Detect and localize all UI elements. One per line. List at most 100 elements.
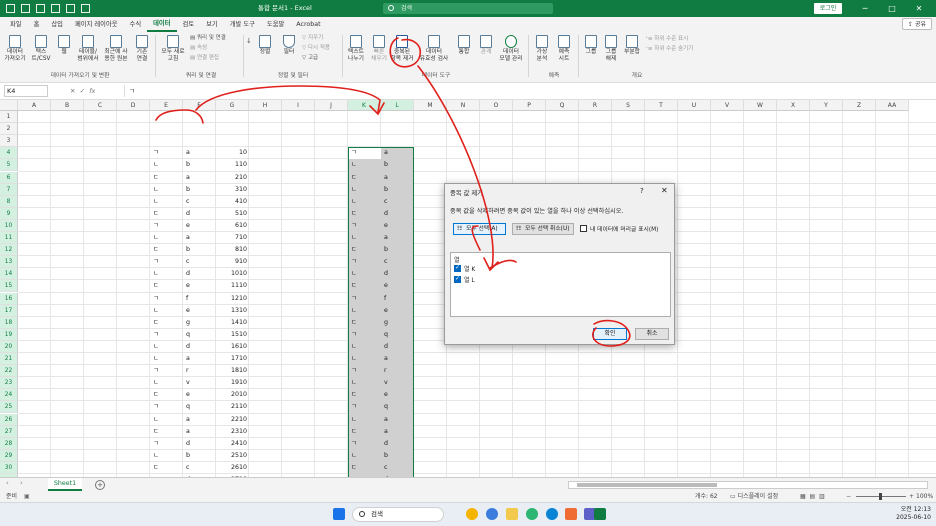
accessibility-icon[interactable]: ▣ xyxy=(24,491,30,502)
cell-e19[interactable]: ㄱ xyxy=(153,329,159,341)
row-header-14[interactable]: 14 xyxy=(0,268,18,281)
cell-l12[interactable]: b xyxy=(384,244,388,256)
cell-f12[interactable]: b xyxy=(186,244,190,256)
cell-e29[interactable]: ㄴ xyxy=(153,450,159,462)
select-all-corner[interactable] xyxy=(0,100,18,111)
row-header-30[interactable]: 30 xyxy=(0,461,18,474)
row-header-6[interactable]: 6 xyxy=(0,171,18,184)
cell-l13[interactable]: c xyxy=(384,256,387,268)
cell-l17[interactable]: e xyxy=(384,305,388,317)
cell-f20[interactable]: d xyxy=(186,341,190,353)
column-header-z[interactable]: Z xyxy=(843,100,876,111)
cell-f28[interactable]: d xyxy=(186,438,190,450)
cell-l26[interactable]: a xyxy=(384,414,388,426)
cell-g26[interactable]: 2210 xyxy=(216,414,247,426)
cell-l10[interactable]: e xyxy=(384,220,388,232)
scrollbar-thumb[interactable] xyxy=(577,483,717,487)
column-header-k[interactable]: K xyxy=(348,100,381,111)
cell-l22[interactable]: r xyxy=(384,365,387,377)
cell-f5[interactable]: b xyxy=(186,159,190,171)
cell-k23[interactable]: ㄴ xyxy=(351,377,357,389)
row-header-12[interactable]: 12 xyxy=(0,244,18,257)
cell-e17[interactable]: ㄴ xyxy=(153,305,159,317)
forecast-sheet-button[interactable]: 예측 시트 xyxy=(554,34,574,63)
cell-e16[interactable]: ㄱ xyxy=(153,293,159,305)
column-header-i[interactable]: I xyxy=(282,100,315,111)
cell-g20[interactable]: 1610 xyxy=(216,341,247,353)
windows-start-icon[interactable] xyxy=(333,508,345,520)
customize-icon[interactable] xyxy=(81,4,90,13)
tab-5[interactable]: 데이터 xyxy=(147,17,177,32)
cell-f17[interactable]: e xyxy=(186,305,190,317)
cell-k12[interactable]: ㄷ xyxy=(351,244,357,256)
column-header-aa[interactable]: AA xyxy=(876,100,909,111)
redo-icon[interactable] xyxy=(66,4,75,13)
existing-connections-button[interactable]: 기존 연결 xyxy=(132,34,152,63)
cell-e21[interactable]: ㄴ xyxy=(153,353,159,365)
undo-icon[interactable] xyxy=(51,4,60,13)
cell-g7[interactable]: 310 xyxy=(216,184,247,196)
row-header-17[interactable]: 17 xyxy=(0,304,18,317)
dialog-close-icon[interactable]: ✕ xyxy=(661,186,668,195)
cell-f6[interactable]: a xyxy=(186,172,190,184)
browser-icon[interactable] xyxy=(486,508,498,520)
copilot-icon[interactable] xyxy=(526,508,538,520)
cell-k22[interactable]: ㄱ xyxy=(351,365,357,377)
row-header-15[interactable]: 15 xyxy=(0,280,18,293)
edit-links-button[interactable]: ▤ 연결 편집 xyxy=(190,55,219,62)
cell-l6[interactable]: a xyxy=(384,172,388,184)
cell-k19[interactable]: ㄱ xyxy=(351,329,357,341)
cell-g18[interactable]: 1410 xyxy=(216,317,247,329)
cell-l8[interactable]: c xyxy=(384,196,387,208)
column-l-checkbox[interactable] xyxy=(454,275,461,283)
cell-e8[interactable]: ㄴ xyxy=(153,196,159,208)
fx-icon[interactable]: fx xyxy=(89,87,95,95)
excel-taskbar-icon[interactable] xyxy=(594,508,606,520)
cell-e9[interactable]: ㄷ xyxy=(153,208,159,220)
cell-f25[interactable]: q xyxy=(186,401,190,413)
row-header-23[interactable]: 23 xyxy=(0,377,18,390)
cell-l11[interactable]: a xyxy=(384,232,388,244)
text-csv-button[interactable]: 텍스 트/CSV xyxy=(30,34,52,63)
cell-g17[interactable]: 1310 xyxy=(216,305,247,317)
cell-f30[interactable]: c xyxy=(186,462,189,474)
consolidate-button[interactable]: 통합 xyxy=(454,34,474,56)
cell-g15[interactable]: 1110 xyxy=(216,280,247,292)
row-header-28[interactable]: 28 xyxy=(0,437,18,450)
horizontal-scrollbar[interactable] xyxy=(568,481,928,489)
sort-asc-button[interactable]: ↓ xyxy=(246,38,252,45)
cell-g16[interactable]: 1210 xyxy=(216,293,247,305)
cell-k5[interactable]: ㄴ xyxy=(351,159,357,171)
cell-k16[interactable]: ㄱ xyxy=(351,293,357,305)
cell-f7[interactable]: b xyxy=(186,184,190,196)
cell-g28[interactable]: 2410 xyxy=(216,438,247,450)
zoom-slider-thumb[interactable] xyxy=(879,493,882,500)
zoom-out-icon[interactable]: − xyxy=(846,491,851,502)
cell-e27[interactable]: ㄷ xyxy=(153,426,159,438)
cancel-icon[interactable]: ✕ xyxy=(70,87,75,95)
cell-l28[interactable]: d xyxy=(384,438,388,450)
row-header-1[interactable]: 1 xyxy=(0,111,18,124)
column-header-r[interactable]: R xyxy=(579,100,612,111)
cell-g11[interactable]: 710 xyxy=(216,232,247,244)
select-all-button[interactable]: ☷ 모두 선택(A) xyxy=(453,223,506,235)
column-header-a[interactable]: A xyxy=(18,100,51,111)
group-button[interactable]: 그룹 xyxy=(582,34,600,56)
cell-k11[interactable]: ㄴ xyxy=(351,232,357,244)
cancel-button[interactable]: 취소 xyxy=(635,328,669,340)
column-header-n[interactable]: N xyxy=(447,100,480,111)
cell-g30[interactable]: 2610 xyxy=(216,462,247,474)
help-icon[interactable]: ? xyxy=(640,187,644,195)
cell-l15[interactable]: e xyxy=(384,280,388,292)
cell-l25[interactable]: q xyxy=(384,401,388,413)
relationships-button[interactable]: 관계 xyxy=(476,34,496,56)
cell-l27[interactable]: a xyxy=(384,426,388,438)
maximize-button[interactable]: □ xyxy=(879,0,905,17)
cell-g24[interactable]: 2010 xyxy=(216,389,247,401)
queries-connections-button[interactable]: ▤ 쿼리 및 연결 xyxy=(190,35,226,42)
close-button[interactable]: ✕ xyxy=(906,0,932,17)
row-header-4[interactable]: 4 xyxy=(0,147,18,160)
row-header-5[interactable]: 5 xyxy=(0,159,18,172)
clear-button[interactable]: ▽ 지우기 xyxy=(302,35,323,42)
cell-e13[interactable]: ㄱ xyxy=(153,256,159,268)
